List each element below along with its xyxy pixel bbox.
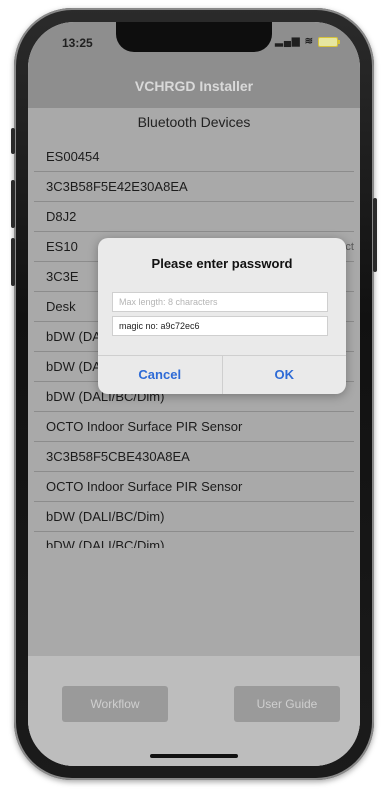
magic-number-field[interactable]: magic no: a9c72ec6 — [112, 316, 328, 336]
user-guide-button[interactable]: User Guide — [234, 686, 340, 722]
home-indicator — [150, 754, 238, 758]
list-item-label: 3C3B58F5CBE430A8EA — [46, 449, 190, 464]
volume-down-button — [11, 238, 15, 286]
list-item-label: bDW (DALI/BC/Dim) — [46, 538, 165, 548]
dialog-actions: Cancel OK — [98, 355, 346, 394]
dialog-title: Please enter password — [151, 256, 293, 271]
status-icons: ▂▄▆ ≋ — [275, 36, 340, 47]
password-input[interactable] — [119, 293, 327, 311]
bottom-toolbar: Workflow User Guide — [28, 656, 360, 766]
workflow-button[interactable]: Workflow — [62, 686, 168, 722]
cancel-button[interactable]: Cancel — [98, 356, 222, 394]
list-item-label: D8J2 — [46, 209, 77, 224]
list-item[interactable]: 3C3B58F5CBE430A8EA — [34, 442, 354, 472]
notch — [116, 22, 272, 52]
list-item-label: ES00454 — [46, 149, 100, 164]
list-item[interactable]: bDW (DALI/BC/Dim) — [34, 532, 354, 548]
list-section-header: Bluetooth Devices — [137, 114, 251, 130]
volume-up-button — [11, 180, 15, 228]
battery-icon — [318, 36, 340, 47]
wifi-icon: ≋ — [304, 36, 314, 47]
status-bar: 13:25 ▂▄▆ ≋ — [28, 22, 360, 66]
password-field[interactable] — [112, 292, 328, 312]
list-item-label: ES10 — [46, 239, 78, 254]
status-time: 13:25 — [62, 36, 93, 50]
list-item-label: 3C3E — [46, 269, 79, 284]
list-item-label: Desk — [46, 299, 76, 314]
list-item[interactable]: 3C3B58F5E42E30A8EA — [34, 172, 354, 202]
list-item[interactable]: D8J2 — [34, 202, 354, 232]
magic-number-text: magic no: a9c72ec6 — [119, 321, 200, 331]
phone-frame: 13:25 ▂▄▆ ≋ VCHRGD Installer Bluetooth D… — [11, 8, 377, 780]
nav-title: VCHRGD Installer — [134, 78, 254, 94]
ok-button[interactable]: OK — [221, 356, 347, 394]
list-item-label: bDW (DALI/BC/Dim) — [46, 509, 165, 524]
list-item-label: OCTO Indoor Surface PIR Sensor — [46, 479, 243, 494]
list-item[interactable]: ES00454 — [34, 142, 354, 172]
device-list-view: Bluetooth Devices ES00454 3C3B58F5E42E30… — [28, 108, 360, 766]
list-item-label: OCTO Indoor Surface PIR Sensor — [46, 419, 243, 434]
list-item-label: 3C3B58F5E42E30A8EA — [46, 179, 188, 194]
screen: 13:25 ▂▄▆ ≋ VCHRGD Installer Bluetooth D… — [28, 22, 360, 766]
password-dialog: Please enter password magic no: a9c72ec6… — [98, 238, 346, 394]
power-button — [373, 198, 377, 272]
list-item[interactable]: bDW (DALI/BC/Dim) — [34, 502, 354, 532]
mute-switch — [11, 128, 15, 154]
signal-icon: ▂▄▆ — [275, 36, 301, 47]
list-item[interactable]: OCTO Indoor Surface PIR Sensor — [34, 472, 354, 502]
list-item[interactable]: OCTO Indoor Surface PIR Sensor — [34, 412, 354, 442]
nav-bar: VCHRGD Installer — [28, 66, 360, 108]
